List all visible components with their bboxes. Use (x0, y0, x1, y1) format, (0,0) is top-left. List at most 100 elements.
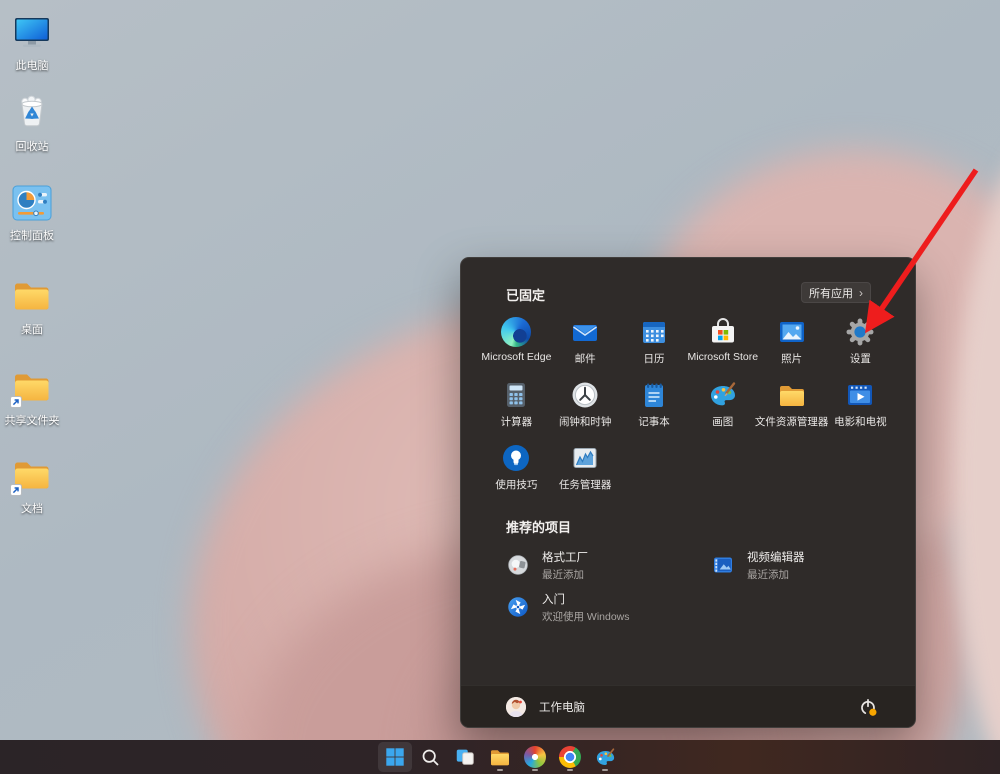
desktop-icon-label: 控制面板 (10, 230, 54, 242)
desktop-icon-this-pc[interactable]: 此电脑 (2, 11, 62, 73)
recommended-list: 格式工厂 最近添加 视频编辑器 最近添加 入门 欢迎使用 Windows (506, 545, 876, 627)
pinned-app-label: 邮件 (574, 353, 596, 365)
task-manager-icon (569, 442, 601, 474)
calculator-icon (500, 379, 532, 411)
recommended-item-format-factory[interactable]: 格式工厂 最近添加 (506, 545, 711, 585)
pinned-app-microsoft-store[interactable]: Microsoft Store (687, 315, 759, 378)
pinned-app-microsoft-edge[interactable]: Microsoft Edge (481, 315, 552, 378)
recommended-subtitle: 最近添加 (747, 568, 789, 581)
recommended-header: 推荐的项目 (506, 520, 572, 535)
pinned-app-label: 任务管理器 (558, 479, 612, 491)
all-apps-button[interactable]: 所有应用 › (801, 282, 871, 303)
recommended-item-get-started[interactable]: 入门 欢迎使用 Windows (506, 587, 711, 627)
power-button[interactable] (853, 692, 883, 722)
pinned-app-label: 设置 (849, 353, 871, 365)
windows-start-icon (386, 748, 404, 766)
recommended-title: 入门 (542, 593, 565, 606)
start-menu: 已固定 所有应用 › Microsoft Edge 邮件 日历 Microsof… (460, 257, 916, 728)
tips-icon (500, 442, 532, 474)
pinned-app-label: 记事本 (638, 416, 670, 428)
pinned-app-label: 使用技巧 (495, 479, 538, 491)
pinned-app-label: Microsoft Store (687, 351, 759, 363)
settings-gear-icon (844, 316, 876, 348)
pinned-app-label: 文件资源管理器 (754, 416, 829, 428)
running-indicator (602, 768, 608, 771)
chrome-icon (559, 746, 581, 768)
pinned-app-notepad[interactable]: 记事本 (620, 378, 689, 441)
start-menu-user-bar: 工作电脑 (461, 685, 915, 727)
pinned-app-label: Microsoft Edge (481, 351, 552, 363)
pinned-app-settings[interactable]: 设置 (826, 315, 895, 378)
taskbar-paint-button[interactable] (588, 742, 622, 772)
file-explorer-icon (491, 750, 509, 766)
paint-icon (707, 379, 739, 411)
movies-tv-icon (844, 379, 876, 411)
chevron-right-icon: › (859, 285, 863, 300)
power-icon (861, 698, 877, 716)
get-started-icon (506, 595, 530, 619)
pinned-app-task-manager[interactable]: 任务管理器 (551, 441, 620, 504)
this-pc-icon (10, 11, 54, 55)
taskbar-search-button[interactable] (413, 742, 447, 772)
pinned-app-movies-tv[interactable]: 电影和电视 (826, 378, 895, 441)
pinned-app-label: 计算器 (500, 416, 533, 428)
taskbar-task-view-button[interactable] (448, 742, 482, 772)
running-indicator (532, 768, 538, 771)
user-avatar[interactable] (506, 696, 526, 717)
alarms-clock-icon (569, 379, 601, 411)
recommended-item-video-editor[interactable]: 视频编辑器 最近添加 (711, 545, 876, 585)
pinned-app-calendar[interactable]: 日历 (620, 315, 689, 378)
photos-icon (776, 316, 808, 348)
recommended-title: 格式工厂 (542, 551, 588, 564)
pinned-app-label: 闹钟和时钟 (558, 416, 612, 428)
pinned-app-file-explorer[interactable]: 文件资源管理器 (754, 378, 829, 441)
desktop-icon-label: 回收站 (15, 141, 49, 153)
folder-icon (10, 275, 54, 319)
desktop-icon-recycle-bin[interactable]: 回收站 (2, 92, 62, 154)
recycle-bin-icon (10, 92, 54, 136)
color-pinwheel-icon (524, 746, 546, 768)
recommended-subtitle: 欢迎使用 Windows (542, 610, 630, 623)
pinned-app-tips[interactable]: 使用技巧 (482, 441, 551, 504)
desktop-icon-label: 文档 (21, 503, 43, 515)
pinned-app-mail[interactable]: 邮件 (551, 315, 620, 378)
all-apps-label: 所有应用 (809, 287, 853, 300)
recommended-subtitle: 最近添加 (542, 568, 584, 581)
store-icon (707, 316, 739, 348)
folder-shortcut-icon (10, 366, 54, 410)
task-view-icon (456, 749, 474, 765)
pinned-app-paint[interactable]: 画图 (688, 378, 757, 441)
taskbar-color-pinwheel-button[interactable] (518, 742, 552, 772)
desktop-icon-control-panel[interactable]: 控制面板 (2, 181, 62, 243)
calendar-icon (638, 316, 670, 348)
format-factory-icon (506, 553, 530, 577)
pinned-app-photos[interactable]: 照片 (757, 315, 826, 378)
pinned-app-alarms-clock[interactable]: 闹钟和时钟 (551, 378, 620, 441)
pinned-app-label: 照片 (781, 353, 803, 365)
taskbar-chrome-button[interactable] (553, 742, 587, 772)
taskbar-file-explorer-button[interactable] (483, 742, 517, 772)
pinned-apps-grid: Microsoft Edge 邮件 日历 Microsoft Store 照片 (481, 315, 896, 504)
running-indicator (497, 768, 503, 771)
pinned-app-label: 画图 (712, 416, 734, 428)
folder-shortcut-icon (10, 454, 54, 498)
desktop-icon-label: 此电脑 (15, 60, 49, 72)
pinned-app-label: 电影和电视 (834, 416, 887, 428)
edge-icon (500, 316, 532, 348)
user-name[interactable]: 工作电脑 (539, 699, 585, 715)
desktop-icon-label: 共享文件夹 (4, 415, 60, 427)
file-explorer-icon (776, 379, 808, 411)
mail-icon (569, 316, 601, 348)
control-panel-icon (10, 181, 54, 225)
pinned-app-calculator[interactable]: 计算器 (482, 378, 551, 441)
desktop-icon-shared-folder[interactable]: 共享文件夹 (2, 366, 62, 428)
desktop-icon-desktop-folder[interactable]: 桌面 (2, 275, 62, 337)
shortcut-arrow-icon (10, 396, 22, 408)
taskbar-start-button[interactable] (378, 742, 412, 772)
notepad-icon (638, 379, 670, 411)
video-editor-icon (711, 553, 735, 577)
search-icon (422, 749, 438, 765)
desktop-icon-documents[interactable]: 文档 (2, 454, 62, 516)
running-indicator (567, 768, 573, 771)
desktop-icon-label: 桌面 (21, 324, 43, 336)
